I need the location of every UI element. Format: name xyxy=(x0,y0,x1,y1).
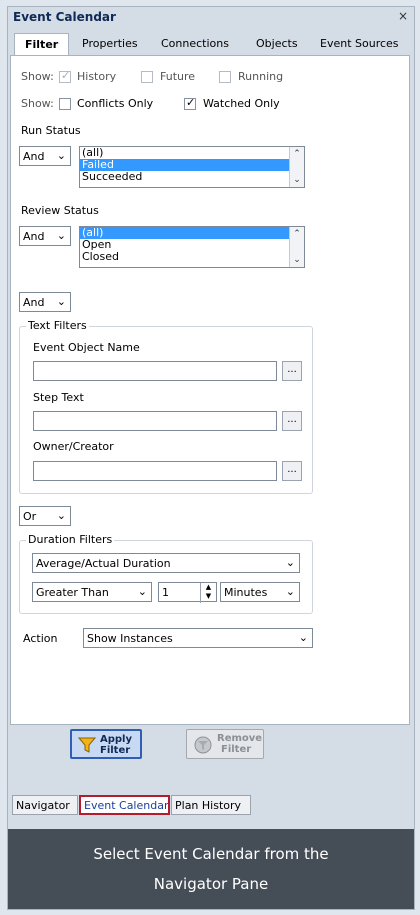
review-status-label: Review Status xyxy=(21,204,99,217)
duration-filters-group: Duration Filters Average/Actual Duration… xyxy=(19,533,313,614)
action-value: Show Instances xyxy=(87,632,173,645)
connector-select-2[interactable]: Or ⌄ xyxy=(19,506,71,526)
owner-creator-browse-button[interactable]: ... xyxy=(282,461,302,481)
duration-filters-title: Duration Filters xyxy=(26,533,115,546)
show-label-2: Show: xyxy=(21,97,54,110)
tab-filter[interactable]: Filter xyxy=(14,33,70,55)
history-label: History xyxy=(77,70,117,83)
review-status-operator-value: And xyxy=(23,230,45,243)
running-label: Running xyxy=(238,70,284,83)
duration-amount-value: 1 xyxy=(162,586,169,599)
spin-down-icon[interactable]: ▼ xyxy=(201,592,216,601)
scroll-down-icon[interactable]: ⌄ xyxy=(290,253,304,267)
duration-measure-value: Average/Actual Duration xyxy=(36,557,171,570)
run-status-list[interactable]: (all) Failed Succeeded ⌃ ⌄ xyxy=(79,146,305,188)
duration-comparison-select[interactable]: Greater Than ⌄ xyxy=(32,582,152,602)
chevron-down-icon: ⌄ xyxy=(285,556,295,569)
owner-creator-input[interactable] xyxy=(33,461,277,481)
filter-panel: Show: ✓ History Future Running Show: Con… xyxy=(10,55,410,725)
list-scrollbar[interactable]: ⌃ ⌄ xyxy=(289,227,304,267)
checkmark-icon: ✓ xyxy=(186,96,196,109)
remove-filter-line1: Remove xyxy=(217,733,263,744)
list-item-selected[interactable]: (all) xyxy=(80,227,304,239)
list-item[interactable]: Closed xyxy=(80,251,304,263)
tab-properties[interactable]: Properties xyxy=(82,37,138,50)
text-filters-group: Text Filters Event Object Name ... Step … xyxy=(19,319,313,494)
step-text-input[interactable] xyxy=(33,411,277,431)
tab-event-sources[interactable]: Event Sources xyxy=(320,37,399,50)
bottom-tab-plan-history[interactable]: Plan History xyxy=(171,795,251,815)
event-object-name-label: Event Object Name xyxy=(33,341,140,354)
remove-filter-line2: Filter xyxy=(221,744,252,755)
connector-value-2: Or xyxy=(23,510,37,523)
duration-unit-select[interactable]: Minutes ⌄ xyxy=(220,582,300,602)
duration-unit-value: Minutes xyxy=(224,586,268,599)
future-label: Future xyxy=(160,70,196,83)
duration-spinner[interactable]: ▲ ▼ xyxy=(200,583,216,603)
future-checkbox[interactable] xyxy=(141,71,153,83)
chevron-down-icon: ⌄ xyxy=(56,295,66,308)
chevron-down-icon: ⌄ xyxy=(137,585,147,598)
tab-objects[interactable]: Objects xyxy=(256,37,298,50)
close-icon[interactable]: × xyxy=(398,9,408,23)
chevron-down-icon: ⌄ xyxy=(298,631,308,644)
bottom-tab-navigator[interactable]: Navigator xyxy=(12,795,78,815)
apply-filter-line1: Apply xyxy=(100,734,133,745)
show-label: Show: xyxy=(21,70,54,83)
text-filters-title: Text Filters xyxy=(26,319,89,332)
scroll-up-icon[interactable]: ⌃ xyxy=(290,227,304,241)
apply-filter-button[interactable]: Apply Filter xyxy=(70,729,142,759)
scroll-down-icon[interactable]: ⌄ xyxy=(290,173,304,187)
remove-filter-button[interactable]: Remove Filter xyxy=(186,729,264,759)
bottom-tab-strip: Navigator Event Calendar Plan History xyxy=(10,795,412,817)
spin-up-icon[interactable]: ▲ xyxy=(201,583,216,592)
list-scrollbar[interactable]: ⌃ ⌄ xyxy=(289,147,304,187)
conflicts-only-checkbox[interactable] xyxy=(59,98,71,110)
step-text-label: Step Text xyxy=(33,391,84,404)
watched-only-checkbox[interactable]: ✓ xyxy=(184,96,196,110)
run-status-label: Run Status xyxy=(21,124,81,137)
event-calendar-window: Event Calendar × Filter Properties Conne… xyxy=(7,6,415,910)
connector-value-1: And xyxy=(23,296,45,309)
scroll-up-icon[interactable]: ⌃ xyxy=(290,147,304,161)
watched-only-label: Watched Only xyxy=(203,97,280,110)
funnel-icon xyxy=(78,737,96,753)
run-status-operator-select[interactable]: And ⌄ xyxy=(19,146,71,166)
duration-measure-select[interactable]: Average/Actual Duration ⌄ xyxy=(32,553,300,573)
chevron-down-icon: ⌄ xyxy=(285,585,295,598)
running-checkbox[interactable] xyxy=(219,71,231,83)
owner-creator-label: Owner/Creator xyxy=(33,440,114,453)
chevron-down-icon: ⌄ xyxy=(56,509,66,522)
duration-comparison-value: Greater Than xyxy=(36,586,109,599)
chevron-down-icon: ⌄ xyxy=(56,149,66,162)
bottom-tab-event-calendar[interactable]: Event Calendar xyxy=(79,795,170,815)
connector-select-1[interactable]: And ⌄ xyxy=(19,292,71,312)
caption-line1: Select Event Calendar from the xyxy=(93,845,329,863)
title-bar: Event Calendar × xyxy=(8,7,414,27)
conflicts-only-label: Conflicts Only xyxy=(77,97,154,110)
checkmark-icon: ✓ xyxy=(61,69,71,82)
action-label: Action xyxy=(23,632,58,645)
duration-amount-stepper[interactable]: 1 ▲ ▼ xyxy=(158,582,217,603)
review-status-list[interactable]: (all) Open Closed ⌃ ⌄ xyxy=(79,226,305,268)
action-select[interactable]: Show Instances ⌄ xyxy=(83,628,313,648)
chevron-down-icon: ⌄ xyxy=(56,229,66,242)
tab-connections[interactable]: Connections xyxy=(161,37,229,50)
run-status-operator-value: And xyxy=(23,150,45,163)
event-object-name-input[interactable] xyxy=(33,361,277,381)
window-title: Event Calendar xyxy=(13,10,116,24)
apply-filter-line2: Filter xyxy=(100,745,131,756)
tab-strip: Filter Properties Connections Objects Ev… xyxy=(10,33,412,55)
instruction-caption: Select Event Calendar from the Navigator… xyxy=(8,829,414,909)
caption-line2: Navigator Pane xyxy=(153,875,269,893)
history-checkbox[interactable]: ✓ xyxy=(59,69,71,83)
event-object-name-browse-button[interactable]: ... xyxy=(282,361,302,381)
review-status-operator-select[interactable]: And ⌄ xyxy=(19,226,71,246)
list-item[interactable]: Succeeded xyxy=(80,171,304,183)
step-text-browse-button[interactable]: ... xyxy=(282,411,302,431)
remove-filter-icon xyxy=(194,736,212,754)
